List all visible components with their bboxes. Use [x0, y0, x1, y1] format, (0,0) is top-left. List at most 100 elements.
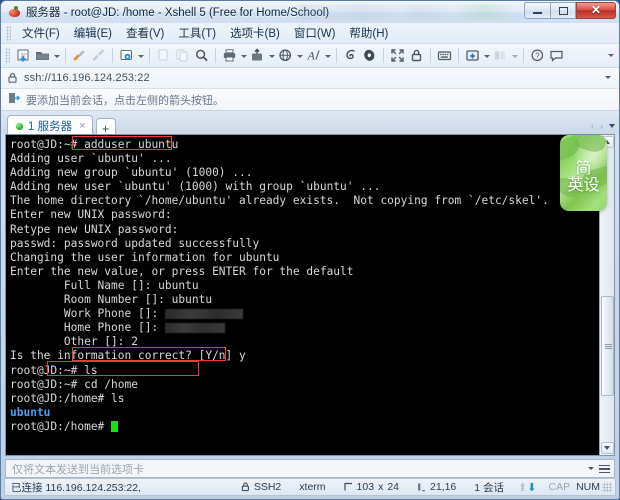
terminal-text: root@JD:~# cd /home	[10, 377, 138, 391]
minimize-button[interactable]	[524, 2, 550, 19]
send-to-tab-bar[interactable]: 仅将文本发送到当前选项卡	[5, 459, 615, 478]
terminal-line: Other []: 2	[10, 335, 599, 349]
tab-next-icon[interactable]: ›	[600, 121, 603, 131]
lock-icon[interactable]	[407, 46, 426, 65]
find-icon[interactable]	[192, 46, 211, 65]
cut-icon[interactable]	[154, 46, 173, 65]
tab-server[interactable]: 1 服务器 ×	[7, 115, 93, 136]
terminal-line: Enter new UNIX password:	[10, 208, 599, 222]
app-icon	[8, 5, 21, 19]
open-folder-caret-icon[interactable]	[52, 46, 61, 65]
screen-size-icon	[343, 482, 352, 491]
terminal-line: Full Name []: ubuntu	[10, 279, 599, 293]
keyboard-icon[interactable]	[435, 46, 454, 65]
status-size: 103 x 24	[343, 481, 399, 493]
scroll-down-icon[interactable]	[600, 442, 614, 454]
copy-icon[interactable]	[173, 46, 192, 65]
terminal-line: Is the information correct? [Y/n] y	[10, 349, 599, 363]
terminal-dir-name: ubuntu	[10, 405, 51, 419]
status-bar: 已连接 116.196.124.253:22, SSH2 xterm 103 x 2…	[4, 478, 616, 496]
terminal-text: root@JD:~# adduser ubuntu	[10, 138, 179, 151]
download-arrow-icon: ⬇	[527, 481, 537, 494]
fullscreen-icon[interactable]	[388, 46, 407, 65]
file-transfer-icon[interactable]	[248, 46, 267, 65]
status-cursor-position: 21,16	[417, 481, 456, 493]
xshell-window: 服务器 - root@JD: /home - Xshell 5 (Free fo…	[0, 0, 620, 500]
print-icon[interactable]	[220, 46, 239, 65]
menu-edit[interactable]: 编辑(E)	[67, 23, 119, 43]
terminal-line: root@JD:~# adduser ubuntu	[10, 138, 599, 152]
terminal-text: Work Phone []:	[10, 307, 165, 321]
menu-grip[interactable]	[6, 25, 11, 41]
address-input[interactable]: ssh://116.196.124.253:22	[24, 72, 150, 84]
tab-status-dot-icon	[16, 122, 23, 130]
terminal-line: The home directory `/home/ubuntu' alread…	[10, 194, 599, 208]
add-tab-caret-icon[interactable]	[482, 46, 491, 65]
menu-tab[interactable]: 选项卡(B)	[223, 23, 287, 43]
address-dropdown-caret-icon[interactable]	[605, 76, 611, 79]
terminal-text: The home directory `/home/ubuntu' alread…	[10, 194, 549, 208]
font-caret-icon[interactable]	[323, 46, 332, 65]
menu-file[interactable]: 文件(F)	[15, 23, 67, 43]
session-properties-icon[interactable]	[117, 46, 136, 65]
terminal-line: root@JD:~# cd /home	[10, 378, 599, 392]
toolbar: A ?	[1, 44, 619, 68]
send-bar-caret-icon[interactable]	[588, 467, 594, 470]
address-bar[interactable]: ssh://116.196.124.253:22	[1, 68, 619, 89]
redacted-block	[164, 323, 225, 334]
terminal-output[interactable]: root@JD:~# adduser ubuntu Adding user `ub…	[6, 135, 599, 455]
chat-icon[interactable]	[547, 46, 566, 65]
print-caret-icon[interactable]	[239, 46, 248, 65]
terminal-text: root@JD:~# ls	[10, 363, 98, 377]
terminal-line: Adding user `ubuntu' ...	[10, 152, 599, 166]
svg-text:?: ?	[535, 52, 540, 61]
help-icon[interactable]: ?	[528, 46, 547, 65]
toolbar-overflow-icon[interactable]	[606, 49, 615, 61]
resize-grip-icon[interactable]	[602, 482, 612, 492]
add-session-icon[interactable]	[8, 91, 21, 109]
toolbar-grip[interactable]	[5, 48, 10, 63]
terminal-text: Enter new UNIX password:	[10, 208, 172, 222]
globe-caret-icon[interactable]	[295, 46, 304, 65]
terminal-text: Retype new UNIX password:	[10, 222, 179, 236]
tab-nav-controls: ‹ ›	[591, 121, 615, 131]
status-sessions: 1 会话	[474, 481, 505, 494]
disconnect-icon[interactable]	[89, 46, 108, 65]
file-transfer-caret-icon[interactable]	[267, 46, 276, 65]
terminal-text: Adding user `ubuntu' ...	[10, 152, 172, 166]
window-controls: ✕	[524, 2, 616, 19]
toolbar-separator	[383, 48, 384, 63]
terminal-line: Room Number []: ubuntu	[10, 293, 599, 307]
xftp-icon[interactable]	[341, 46, 360, 65]
menu-tools[interactable]: 工具(T)	[171, 23, 223, 43]
layout-caret-icon[interactable]	[510, 46, 519, 65]
connect-icon[interactable]	[70, 46, 89, 65]
status-terminal-type: xterm	[299, 481, 326, 493]
open-folder-icon[interactable]	[33, 46, 52, 65]
new-session-icon[interactable]	[14, 46, 33, 65]
terminal-text: Enter the new value, or press ENTER for …	[10, 264, 354, 278]
close-button[interactable]: ✕	[576, 2, 616, 19]
terminal-text: Changing the user information for ubuntu	[10, 250, 280, 264]
layout-icon[interactable]	[491, 46, 510, 65]
font-icon[interactable]: A	[304, 46, 323, 65]
menu-window[interactable]: 窗口(W)	[287, 23, 343, 43]
cursor-position-icon	[418, 483, 425, 492]
terminal-line: Enter the new value, or press ENTER for …	[10, 265, 599, 279]
terminal-line: Retype new UNIX password:	[10, 223, 599, 237]
menu-help[interactable]: 帮助(H)	[342, 23, 395, 43]
tab-prev-icon[interactable]: ‹	[591, 121, 594, 131]
watermark-line2: 英设	[567, 175, 600, 194]
menu-view[interactable]: 查看(V)	[119, 23, 171, 43]
add-tab-icon[interactable]	[463, 46, 482, 65]
globe-icon[interactable]	[276, 46, 295, 65]
maximize-button[interactable]	[550, 2, 576, 19]
send-bar-menu-icon[interactable]	[599, 463, 610, 475]
tab-list-caret-icon[interactable]	[609, 124, 615, 128]
scrollbar-thumb[interactable]	[600, 296, 614, 396]
tab-close-icon[interactable]: ×	[79, 120, 85, 132]
terminal-cursor	[111, 420, 119, 432]
session-properties-caret-icon[interactable]	[136, 46, 145, 65]
xshell-icon[interactable]	[360, 46, 379, 65]
session-hint-text: 要添加当前会话，点击左侧的箭头按钮。	[26, 94, 224, 107]
